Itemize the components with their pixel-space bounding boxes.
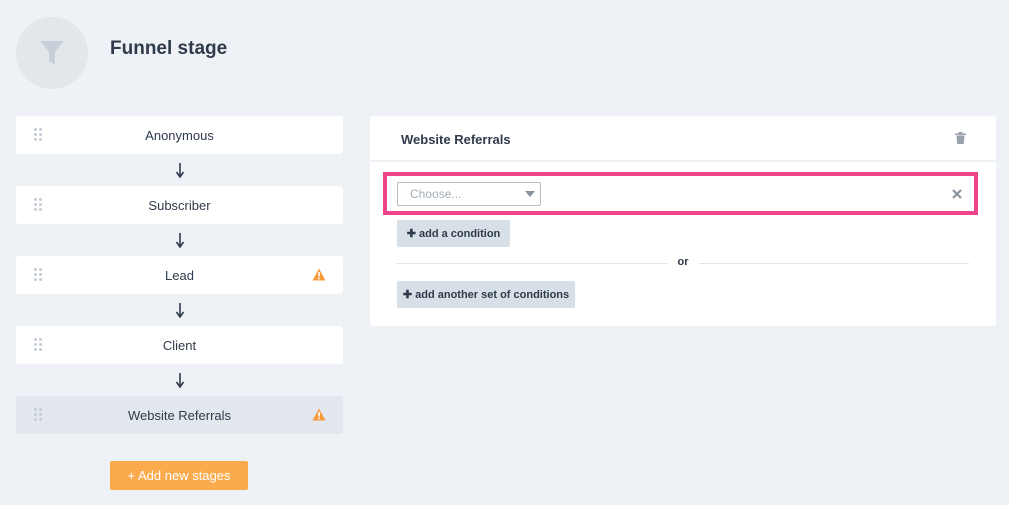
stage-label: Client bbox=[162, 337, 197, 353]
funnel-icon bbox=[40, 41, 64, 65]
close-icon[interactable] bbox=[952, 189, 962, 199]
condition-row: Choose... bbox=[383, 172, 978, 215]
divider-left bbox=[397, 263, 667, 264]
stage-label: Lead bbox=[165, 267, 194, 283]
drag-handle-icon[interactable] bbox=[34, 198, 44, 212]
add-set-label: add another set of conditions bbox=[415, 289, 570, 301]
plus-icon: ✚ bbox=[406, 228, 416, 240]
stage-item-client[interactable]: Client bbox=[16, 326, 343, 364]
divider-right bbox=[699, 263, 969, 264]
add-condition-button[interactable]: ✚ add a condition bbox=[397, 220, 510, 247]
down-arrow-icon bbox=[16, 364, 343, 396]
down-arrow-icon bbox=[16, 224, 343, 256]
drag-handle-icon[interactable] bbox=[34, 338, 44, 352]
panel-title: Website Referrals bbox=[401, 132, 511, 147]
stage-list: Anonymous Subscriber Lead Client Website… bbox=[16, 116, 343, 434]
warning-icon bbox=[312, 268, 326, 281]
drag-handle-icon[interactable] bbox=[34, 268, 44, 282]
add-condition-set-button[interactable]: ✚ add another set of conditions bbox=[397, 281, 575, 308]
down-arrow-icon bbox=[16, 154, 343, 186]
stage-conditions-panel: Website Referrals Choose... ✚ add a cond… bbox=[370, 116, 996, 326]
funnel-stage-icon-circle bbox=[16, 17, 88, 89]
add-condition-label: add a condition bbox=[419, 228, 501, 240]
add-new-stages-button[interactable]: + Add new stages bbox=[110, 461, 248, 490]
panel-header: Website Referrals bbox=[370, 116, 996, 162]
chevron-down-icon bbox=[525, 191, 535, 197]
drag-handle-icon[interactable] bbox=[34, 408, 44, 422]
drag-handle-icon[interactable] bbox=[34, 128, 44, 142]
down-arrow-icon bbox=[16, 294, 343, 326]
stage-item-lead[interactable]: Lead bbox=[16, 256, 343, 294]
stage-item-anonymous[interactable]: Anonymous bbox=[16, 116, 343, 154]
stage-item-subscriber[interactable]: Subscriber bbox=[16, 186, 343, 224]
stage-label: Website Referrals bbox=[127, 407, 232, 423]
condition-select[interactable]: Choose... bbox=[397, 182, 541, 206]
page-title: Funnel stage bbox=[110, 38, 228, 59]
condition-select-placeholder: Choose... bbox=[410, 187, 462, 201]
warning-icon bbox=[312, 408, 326, 421]
trash-icon[interactable] bbox=[955, 132, 966, 144]
or-label: or bbox=[677, 256, 689, 268]
stage-label: Subscriber bbox=[148, 197, 211, 213]
stage-item-website-referrals[interactable]: Website Referrals bbox=[16, 396, 343, 434]
stage-label: Anonymous bbox=[145, 127, 214, 143]
plus-icon: ✚ bbox=[402, 289, 413, 301]
